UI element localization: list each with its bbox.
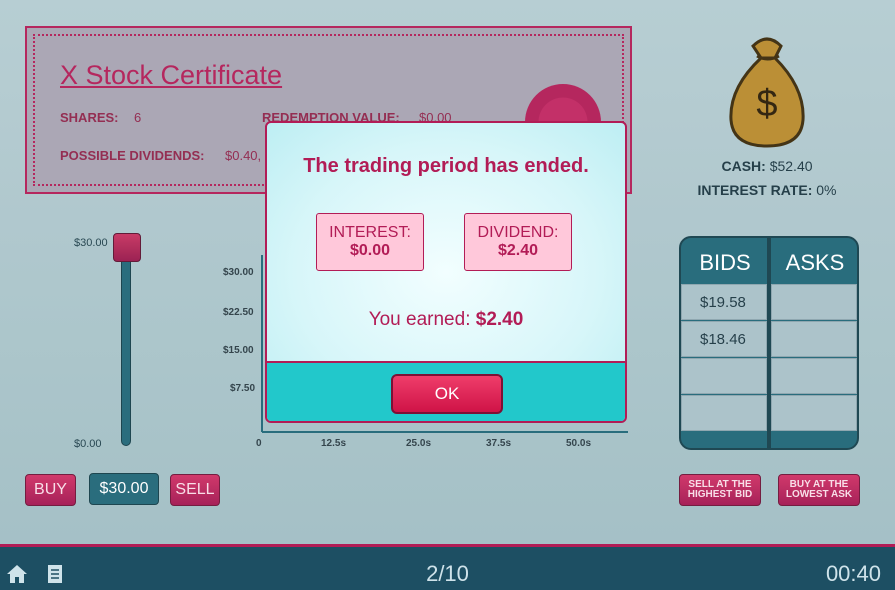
dialog-footer: OK xyxy=(267,361,625,421)
dividend-box-value: $2.40 xyxy=(497,242,539,259)
earned-value: $2.40 xyxy=(475,309,524,330)
round-indicator: 2/10 xyxy=(426,561,469,586)
interest-box: INTEREST: $0.00 xyxy=(316,213,424,271)
timer: 00:40 xyxy=(825,561,881,586)
app: X Stock Certificate SHARES: 6 REDEMPTION… xyxy=(0,0,895,590)
earned-label: You earned: xyxy=(368,309,471,330)
dividend-box: DIVIDEND: $2.40 xyxy=(464,213,572,271)
ok-button[interactable]: OK xyxy=(391,374,503,414)
dividend-box-label: DIVIDEND: xyxy=(477,224,559,241)
period-ended-dialog: The trading period has ended. INTEREST: … xyxy=(265,121,627,423)
interest-box-label: INTEREST: xyxy=(329,224,411,241)
interest-box-value: $0.00 xyxy=(349,242,391,259)
earned-text: You earned: $2.40 xyxy=(267,309,625,331)
footer-bar: 2/10 00:40 xyxy=(0,544,895,590)
dialog-title: The trading period has ended. xyxy=(303,155,589,177)
